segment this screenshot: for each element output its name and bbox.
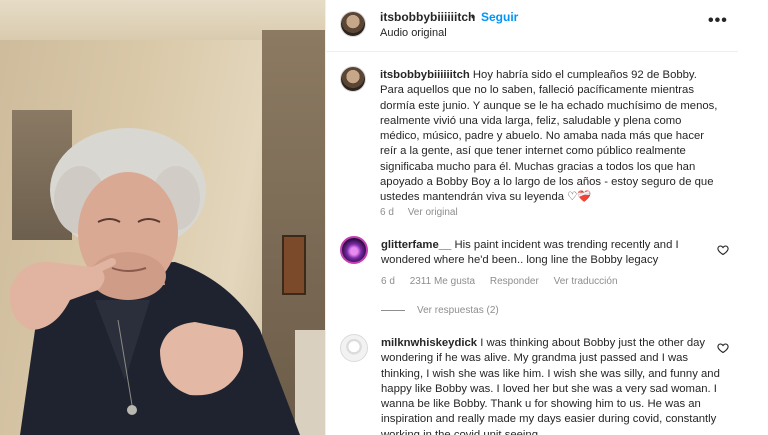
separator-dot: •: [471, 10, 476, 24]
reply-button[interactable]: Responder: [490, 276, 539, 287]
likes-count[interactable]: 2311 Me gusta: [410, 276, 475, 287]
caption-author-username[interactable]: itsbobbybiiiiiitch: [380, 69, 470, 81]
post-video[interactable]: [0, 0, 325, 435]
audio-label[interactable]: Audio original: [380, 27, 447, 39]
author-username[interactable]: itsbobbybiiiiiitch: [380, 10, 475, 24]
comment-text-block: glitterfame__ His paint incident was tre…: [381, 238, 721, 269]
comment-meta: 6 d 2311 Me gusta Responder Ver traducci…: [381, 276, 630, 287]
comment-age: 6 d: [381, 276, 395, 287]
caption-text: Hoy habría sido el cumpleaños 92 de Bobb…: [380, 69, 718, 204]
commenter-username[interactable]: glitterfame__: [381, 239, 451, 251]
replies-divider-line: [381, 309, 405, 311]
caption-text-block: itsbobbybiiiiiitch Hoy habría sido el cu…: [380, 68, 720, 206]
commenter-username[interactable]: milknwhiskeydick: [381, 337, 477, 349]
follow-button[interactable]: Seguir: [481, 10, 518, 24]
post-header: itsbobbybiiiiiitch • Seguir Audio origin…: [326, 0, 738, 52]
commenter-avatar[interactable]: [340, 334, 368, 362]
commenter-avatar[interactable]: [340, 236, 368, 264]
author-avatar[interactable]: [340, 11, 366, 37]
see-translation-button[interactable]: Ver traducción: [554, 276, 618, 287]
view-replies-label: Ver respuestas (2): [417, 305, 499, 316]
see-original-button[interactable]: Ver original: [408, 207, 458, 218]
caption-meta: 6 d Ver original: [380, 207, 469, 218]
like-heart-icon[interactable]: [717, 342, 729, 354]
view-replies-button[interactable]: Ver respuestas (2): [381, 305, 499, 316]
caption-author-avatar[interactable]: [340, 66, 366, 92]
comment-text-block: milknwhiskeydick I was thinking about Bo…: [381, 336, 721, 435]
more-options-icon[interactable]: •••: [708, 12, 728, 30]
comment-text: I was thinking about Bobby just the othe…: [381, 337, 720, 435]
like-heart-icon[interactable]: [717, 244, 729, 256]
post-details-panel: itsbobbybiiiiiitch • Seguir Audio origin…: [325, 0, 768, 435]
elderly-man-figure: [9, 128, 300, 435]
caption-age: 6 d: [380, 207, 394, 218]
